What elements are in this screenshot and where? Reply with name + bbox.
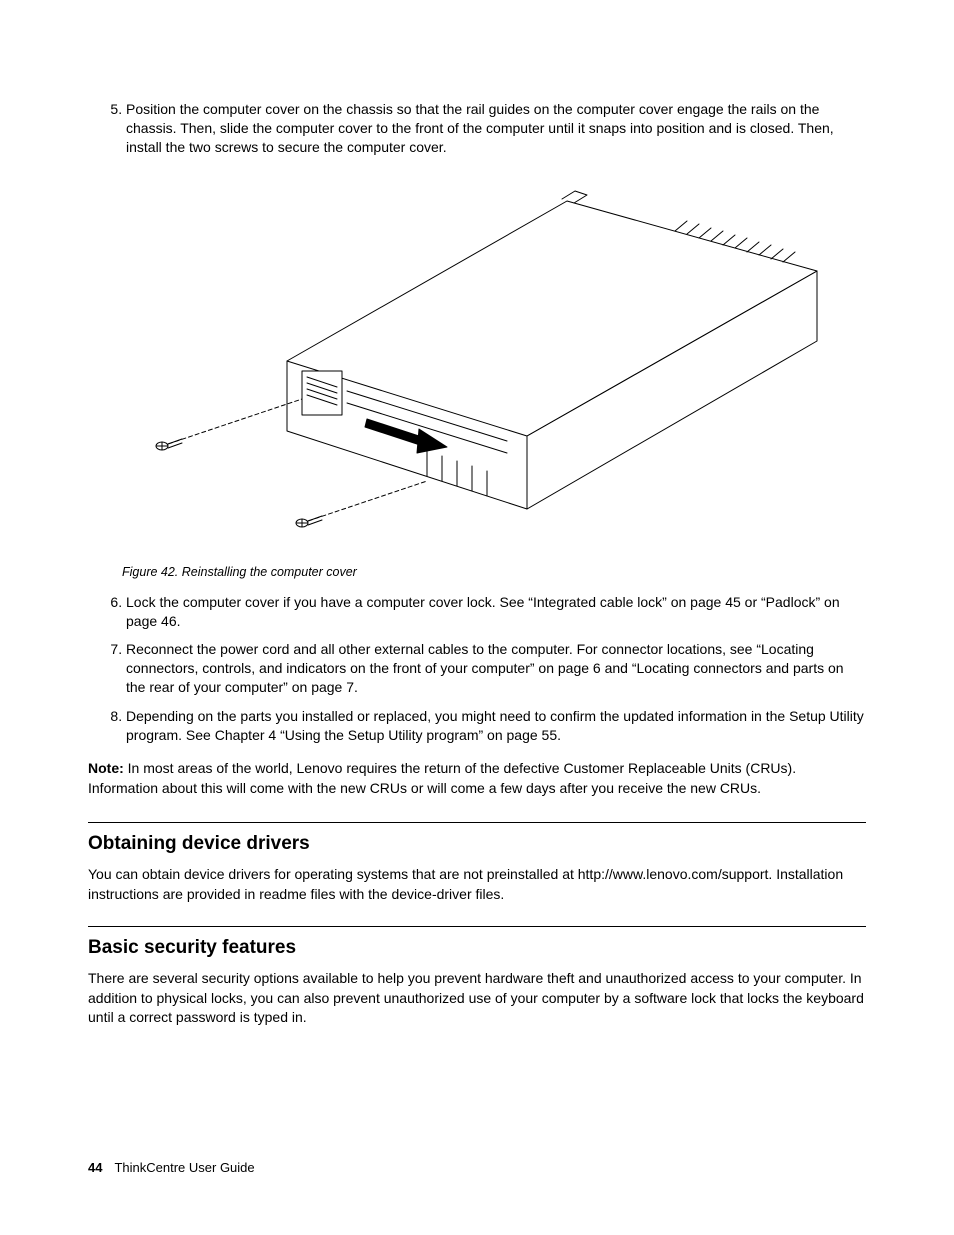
page-footer: 44 ThinkCentre User Guide (88, 1160, 255, 1175)
step-5: Position the computer cover on the chass… (126, 100, 866, 157)
note-text: In most areas of the world, Lenovo requi… (88, 760, 796, 796)
section-divider (88, 822, 866, 823)
figure-caption: Figure 42. Reinstalling the computer cov… (122, 565, 866, 579)
section-body-security: There are several security options avail… (88, 969, 866, 1028)
note-label: Note: (88, 760, 124, 776)
section-heading-drivers: Obtaining device drivers (88, 833, 866, 855)
figure-computer-cover (127, 171, 827, 551)
note-paragraph: Note: In most areas of the world, Lenovo… (88, 759, 866, 798)
step-8: Depending on the parts you installed or … (126, 707, 866, 745)
step-list-upper: Position the computer cover on the chass… (88, 100, 866, 157)
step-6: Lock the computer cover if you have a co… (126, 593, 866, 631)
step-7: Reconnect the power cord and all other e… (126, 640, 866, 697)
section-divider (88, 926, 866, 927)
doc-title: ThinkCentre User Guide (114, 1160, 254, 1175)
step-list-lower: Lock the computer cover if you have a co… (88, 593, 866, 745)
page-number: 44 (88, 1160, 102, 1175)
section-body-drivers: You can obtain device drivers for operat… (88, 865, 866, 904)
section-heading-security: Basic security features (88, 937, 866, 959)
document-page: Position the computer cover on the chass… (0, 0, 954, 1235)
